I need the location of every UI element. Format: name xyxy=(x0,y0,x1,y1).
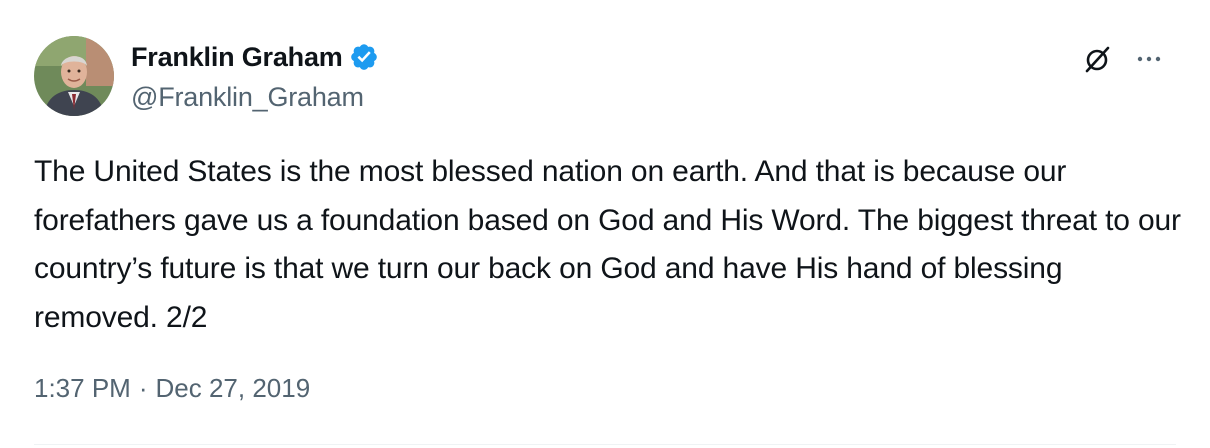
author-handle[interactable]: @Franklin_Graham xyxy=(131,82,379,113)
top-actions xyxy=(1082,44,1164,79)
meta-separator: · xyxy=(138,373,148,403)
author-block: Franklin Graham @Franklin_Graham xyxy=(131,40,379,113)
author-display-name[interactable]: Franklin Graham xyxy=(131,42,343,73)
tweet-time[interactable]: 1:37 PM xyxy=(34,373,131,404)
tweet-meta: 1:37 PM · Dec 27, 2019 xyxy=(34,373,310,404)
avatar-image xyxy=(34,36,114,116)
avatar[interactable] xyxy=(34,36,114,116)
name-row: Franklin Graham xyxy=(131,40,379,74)
tweet-card: Franklin Graham @Franklin_Graham The Uni… xyxy=(0,0,1210,448)
tweet-date[interactable]: Dec 27, 2019 xyxy=(156,373,311,404)
divider xyxy=(34,444,1176,445)
more-icon[interactable] xyxy=(1134,44,1164,79)
tweet-text: The United States is the most blessed na… xyxy=(34,155,1181,334)
verified-badge-icon xyxy=(349,42,379,72)
grok-icon[interactable] xyxy=(1082,44,1112,79)
